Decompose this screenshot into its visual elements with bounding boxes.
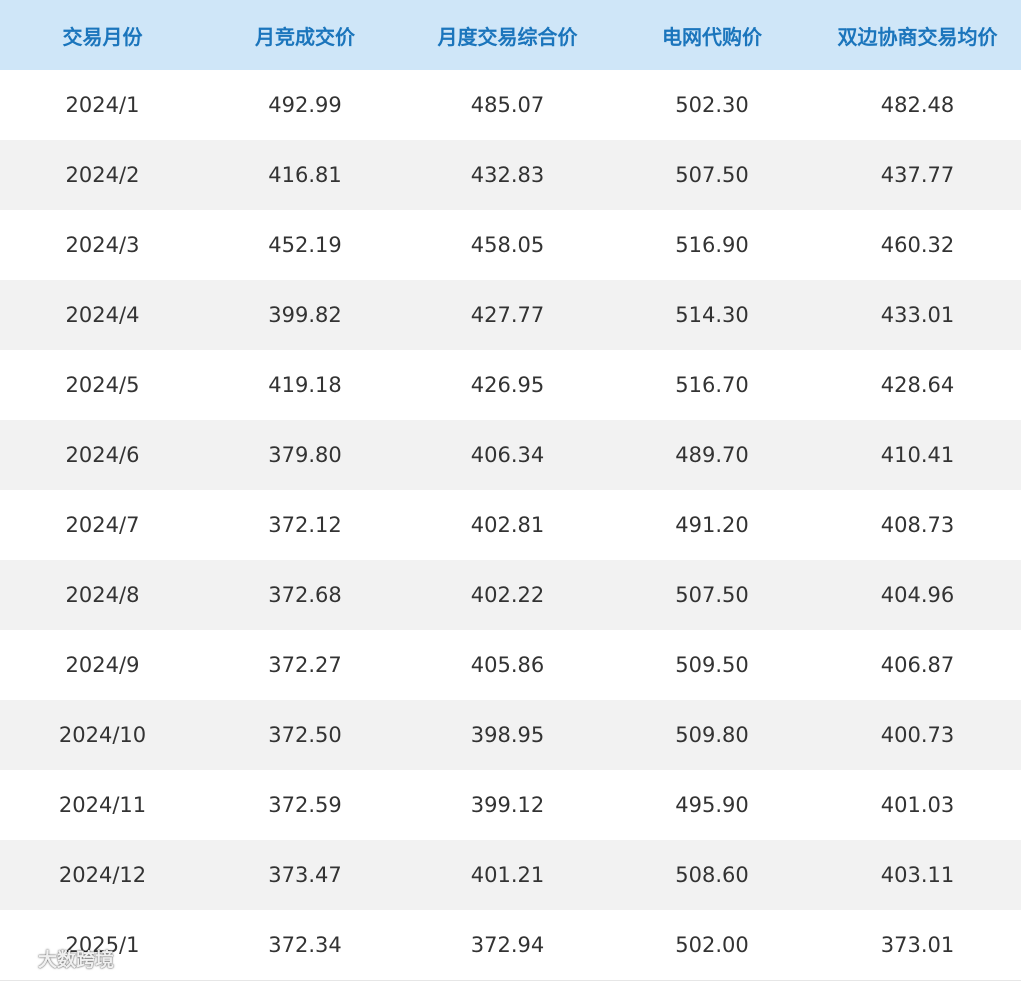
table-row: 2024/2 416.81 432.83 507.50 437.77 (0, 140, 1021, 210)
cell-monthly-composite-price: 401.21 (470, 863, 545, 887)
cell-bilateral-avg-price: 460.32 (880, 233, 955, 257)
cell-grid-agent-price: 507.50 (675, 583, 749, 607)
table-row: 2024/1 492.99 485.07 502.30 482.48 (0, 70, 1021, 140)
cell-trade-month: 2024/12 (58, 863, 147, 887)
cell-monthly-bid-price: 372.12 (268, 513, 342, 537)
table-row: 2024/3 452.19 458.05 516.90 460.32 (0, 210, 1021, 280)
cell-trade-month: 2024/1 (65, 93, 140, 117)
table-row: 2025/1 372.34 372.94 502.00 373.01 (0, 910, 1021, 980)
cell-trade-month: 2024/10 (58, 723, 147, 747)
cell-monthly-bid-price: 419.18 (268, 373, 342, 397)
table-row: 2024/4 399.82 427.77 514.30 433.01 (0, 280, 1021, 350)
cell-monthly-composite-price: 458.05 (470, 233, 545, 257)
cell-monthly-bid-price: 372.27 (268, 653, 342, 677)
cell-monthly-bid-price: 416.81 (268, 163, 342, 187)
cell-trade-month: 2024/2 (65, 163, 140, 187)
cell-trade-month: 2025/1 (65, 933, 140, 957)
cell-bilateral-avg-price: 437.77 (880, 163, 955, 187)
cell-grid-agent-price: 507.50 (675, 163, 749, 187)
cell-trade-month: 2024/5 (65, 373, 140, 397)
table-row: 2024/5 419.18 426.95 516.70 428.64 (0, 350, 1021, 420)
cell-grid-agent-price: 516.90 (675, 233, 749, 257)
cell-monthly-bid-price: 379.80 (268, 443, 342, 467)
cell-monthly-bid-price: 492.99 (268, 93, 342, 117)
table-header-row: 交易月份 月竞成交价 月度交易综合价 电网代购价 双边协商交易均价 (0, 0, 1021, 70)
cell-grid-agent-price: 489.70 (675, 443, 749, 467)
cell-monthly-bid-price: 372.50 (268, 723, 342, 747)
header-bilateral-avg-price: 双边协商交易均价 (837, 24, 998, 49)
cell-bilateral-avg-price: 428.64 (880, 373, 955, 397)
cell-monthly-composite-price: 426.95 (470, 373, 545, 397)
cell-bilateral-avg-price: 373.01 (880, 933, 955, 957)
cell-grid-agent-price: 509.80 (675, 723, 749, 747)
cell-bilateral-avg-price: 401.03 (880, 793, 955, 817)
table-row: 2024/12 373.47 401.21 508.60 403.11 (0, 840, 1021, 910)
cell-bilateral-avg-price: 406.87 (880, 653, 955, 677)
header-monthly-composite-price: 月度交易综合价 (437, 24, 578, 49)
cell-bilateral-avg-price: 433.01 (880, 303, 955, 327)
cell-grid-agent-price: 516.70 (675, 373, 749, 397)
cell-grid-agent-price: 502.30 (675, 93, 749, 117)
cell-trade-month: 2024/9 (65, 653, 140, 677)
cell-monthly-composite-price: 406.34 (470, 443, 545, 467)
cell-monthly-composite-price: 398.95 (470, 723, 545, 747)
cell-monthly-bid-price: 399.82 (268, 303, 342, 327)
cell-monthly-composite-price: 399.12 (470, 793, 545, 817)
cell-grid-agent-price: 508.60 (675, 863, 749, 887)
table-row: 2024/11 372.59 399.12 495.90 401.03 (0, 770, 1021, 840)
cell-trade-month: 2024/11 (58, 793, 147, 817)
cell-grid-agent-price: 502.00 (675, 933, 749, 957)
table-row: 2024/10 372.50 398.95 509.80 400.73 (0, 700, 1021, 770)
cell-bilateral-avg-price: 408.73 (880, 513, 955, 537)
cell-trade-month: 2024/3 (65, 233, 140, 257)
cell-trade-month: 2024/6 (65, 443, 140, 467)
cell-bilateral-avg-price: 404.96 (880, 583, 955, 607)
cell-trade-month: 2024/8 (65, 583, 140, 607)
cell-grid-agent-price: 495.90 (675, 793, 749, 817)
cell-trade-month: 2024/4 (65, 303, 140, 327)
table-row: 2024/9 372.27 405.86 509.50 406.87 (0, 630, 1021, 700)
cell-monthly-composite-price: 402.22 (470, 583, 545, 607)
cell-grid-agent-price: 514.30 (675, 303, 749, 327)
cell-monthly-bid-price: 372.68 (268, 583, 342, 607)
header-monthly-bid-price: 月竞成交价 (255, 24, 355, 49)
table-row: 2024/6 379.80 406.34 489.70 410.41 (0, 420, 1021, 490)
cell-monthly-bid-price: 373.47 (268, 863, 342, 887)
cell-bilateral-avg-price: 410.41 (880, 443, 955, 467)
cell-monthly-bid-price: 452.19 (268, 233, 342, 257)
cell-grid-agent-price: 491.20 (675, 513, 749, 537)
cell-bilateral-avg-price: 482.48 (880, 93, 955, 117)
table-body: 2024/1 492.99 485.07 502.30 482.48 2024/2 416.… (0, 70, 1021, 980)
cell-monthly-bid-price: 372.34 (268, 933, 342, 957)
cell-grid-agent-price: 509.50 (675, 653, 749, 677)
header-grid-agent-price: 电网代购价 (662, 24, 762, 49)
cell-trade-month: 2024/7 (65, 513, 140, 537)
cell-bilateral-avg-price: 400.73 (880, 723, 955, 747)
cell-monthly-composite-price: 405.86 (470, 653, 545, 677)
cell-monthly-composite-price: 372.94 (470, 933, 545, 957)
cell-monthly-composite-price: 432.83 (470, 163, 545, 187)
price-table: 交易月份 月竞成交价 月度交易综合价 电网代购价 双边协商交易均价 2024/1… (0, 0, 1021, 980)
cell-monthly-composite-price: 402.81 (470, 513, 545, 537)
cell-bilateral-avg-price: 403.11 (880, 863, 955, 887)
cell-monthly-bid-price: 372.59 (268, 793, 342, 817)
table-row: 2024/8 372.68 402.22 507.50 404.96 (0, 560, 1021, 630)
header-trade-month: 交易月份 (62, 24, 143, 49)
cell-monthly-composite-price: 485.07 (470, 93, 545, 117)
table-row: 2024/7 372.12 402.81 491.20 408.73 (0, 490, 1021, 560)
cell-monthly-composite-price: 427.77 (470, 303, 545, 327)
